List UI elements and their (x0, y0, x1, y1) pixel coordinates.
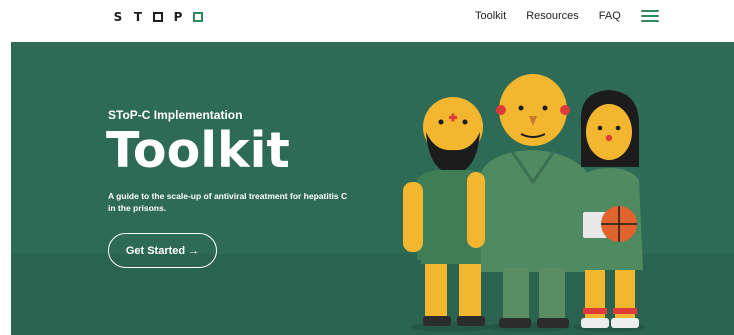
stopc-logo[interactable]: S T P (108, 10, 208, 24)
woman-with-basketball-figure (577, 90, 643, 328)
nav-resources-link[interactable]: Resources (526, 10, 579, 22)
nav-toolkit-link[interactable]: Toolkit (475, 10, 506, 22)
top-navigation-bar: S T P Toolkit Resources FAQ (0, 0, 734, 42)
logo-box-o (153, 12, 163, 22)
get-started-button[interactable]: Get Started → (108, 233, 217, 268)
logo-box-c (193, 12, 203, 22)
logo-letter-p: P (173, 10, 183, 24)
hero-banner: SToP-C Implementation Toolkit A guide to… (11, 42, 734, 335)
hero-subtitle: SToP-C Implementation (108, 108, 243, 122)
main-nav: Toolkit Resources FAQ (475, 10, 659, 22)
nav-faq-link[interactable]: FAQ (599, 10, 621, 22)
hero-description: A guide to the scale-up of antiviral tre… (108, 191, 348, 213)
hamburger-menu-icon[interactable] (640, 10, 659, 22)
bald-man-figure (467, 74, 587, 328)
logo-letter-t: T (133, 10, 143, 24)
hero-title: Toolkit (106, 122, 290, 179)
characters-illustration (403, 74, 645, 332)
logo-letter-s: S (113, 10, 123, 24)
